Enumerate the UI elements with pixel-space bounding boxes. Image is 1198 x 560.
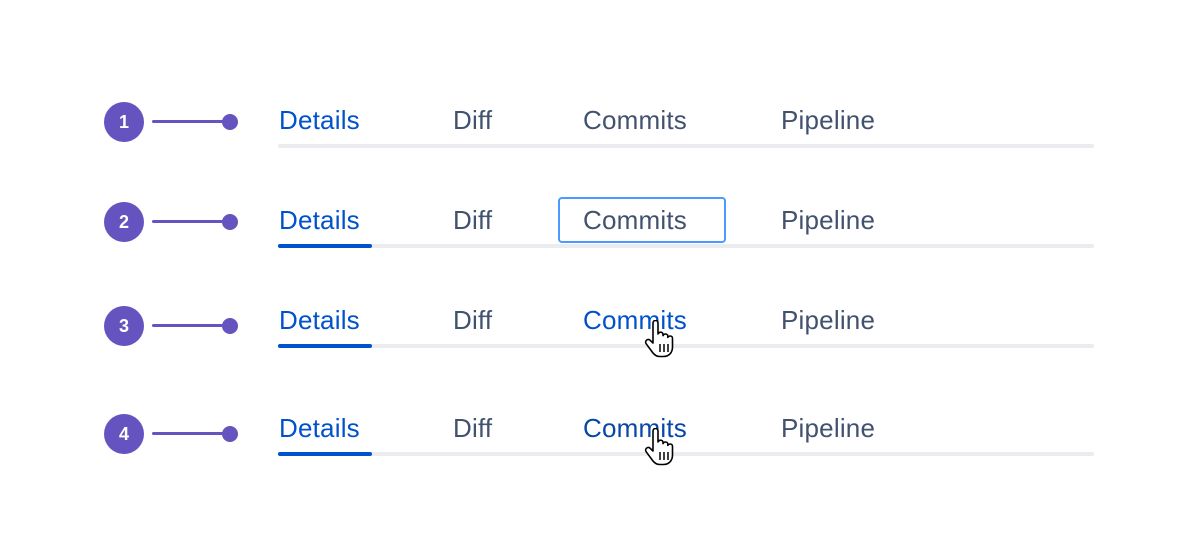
tab-pipeline[interactable]: Pipeline xyxy=(781,105,875,136)
step-marker-2: 2 xyxy=(104,202,144,242)
tab-track xyxy=(278,452,1094,456)
tab-pipeline[interactable]: Pipeline xyxy=(781,205,875,236)
connector-line xyxy=(152,220,230,223)
selected-tab-indicator xyxy=(278,344,372,348)
step-marker-3: 3 xyxy=(104,306,144,346)
selected-tab-indicator xyxy=(278,244,372,248)
tab-diff[interactable]: Diff xyxy=(453,205,492,236)
connector-dot xyxy=(222,214,238,230)
tab-commits[interactable]: Commits xyxy=(583,105,687,136)
tab-track xyxy=(278,244,1094,248)
tab-diff[interactable]: Diff xyxy=(453,105,492,136)
hand-pointer-icon xyxy=(644,428,674,466)
connector-dot xyxy=(222,318,238,334)
tab-track xyxy=(278,344,1094,348)
tab-pipeline[interactable]: Pipeline xyxy=(781,305,875,336)
tab-details[interactable]: Details xyxy=(279,413,360,444)
tab-track xyxy=(278,144,1094,148)
tab-example-row-2: 2 Details Diff Commits Pipeline xyxy=(0,192,1198,252)
tab-example-row-4: 4 Details Diff Commits Pipeline xyxy=(0,400,1198,466)
tab-details[interactable]: Details xyxy=(279,105,360,136)
connector-line xyxy=(152,432,230,435)
tab-example-row-3: 3 Details Diff Commits Pipeline xyxy=(0,292,1198,358)
tab-pipeline[interactable]: Pipeline xyxy=(781,413,875,444)
selected-tab-indicator xyxy=(278,452,372,456)
connector-line xyxy=(152,324,230,327)
tab-commits[interactable]: Commits xyxy=(583,205,687,236)
tab-details[interactable]: Details xyxy=(279,305,360,336)
hand-pointer-icon xyxy=(644,320,674,358)
tab-diff[interactable]: Diff xyxy=(453,305,492,336)
step-marker-4: 4 xyxy=(104,414,144,454)
connector-dot xyxy=(222,114,238,130)
connector-dot xyxy=(222,426,238,442)
step-marker-1: 1 xyxy=(104,102,144,142)
tab-diff[interactable]: Diff xyxy=(453,413,492,444)
tab-example-row-1: 1 Details Diff Commits Pipeline xyxy=(0,92,1198,152)
tab-details[interactable]: Details xyxy=(279,205,360,236)
connector-line xyxy=(152,120,230,123)
